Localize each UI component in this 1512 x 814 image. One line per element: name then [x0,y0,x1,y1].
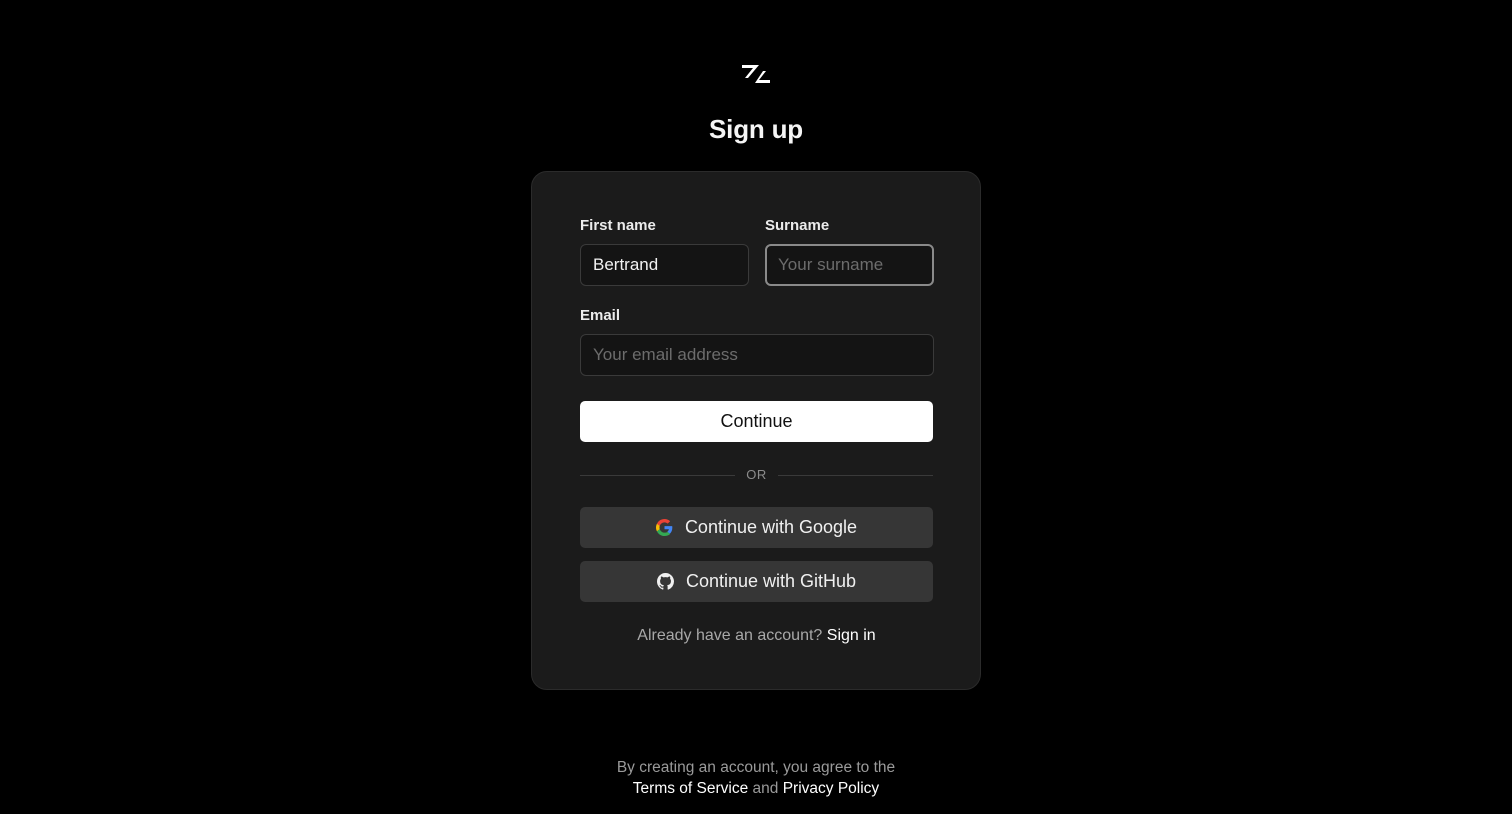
signin-link[interactable]: Sign in [827,627,876,644]
first-name-label: First name [580,217,656,234]
continue-with-google-button[interactable]: Continue with Google [580,507,933,548]
signin-prompt-row: Already have an account? Sign in [532,627,981,645]
legal-and-text: and [752,780,779,797]
signup-card: First name Surname Email Continue OR Con… [531,171,981,690]
privacy-policy-link[interactable]: Privacy Policy [783,780,879,797]
divider-line-right [778,475,933,476]
github-icon [656,573,674,590]
google-button-label: Continue with Google [684,517,858,537]
legal-line-1: By creating an account, you agree to the [616,759,896,776]
page-title: Sign up [709,114,803,144]
signin-prompt-text: Already have an account? [637,627,823,644]
legal-notice: By creating an account, you agree to the… [0,757,1512,799]
surname-input[interactable] [765,244,934,286]
or-divider: OR [580,466,933,486]
logo-icon [741,65,771,83]
continue-with-github-button[interactable]: Continue with GitHub [580,561,933,602]
google-icon [655,519,673,536]
email-label: Email [580,307,621,324]
surname-label: Surname [765,217,830,234]
terms-of-service-link[interactable]: Terms of Service [633,780,748,797]
legal-line-2: Terms of Service and Privacy Policy [0,778,1512,799]
continue-button[interactable]: Continue [580,401,933,442]
email-input[interactable] [580,334,934,376]
signup-page: Sign up First name Surname Email Continu… [0,0,1512,814]
github-button-label: Continue with GitHub [685,571,857,591]
first-name-input[interactable] [580,244,749,286]
